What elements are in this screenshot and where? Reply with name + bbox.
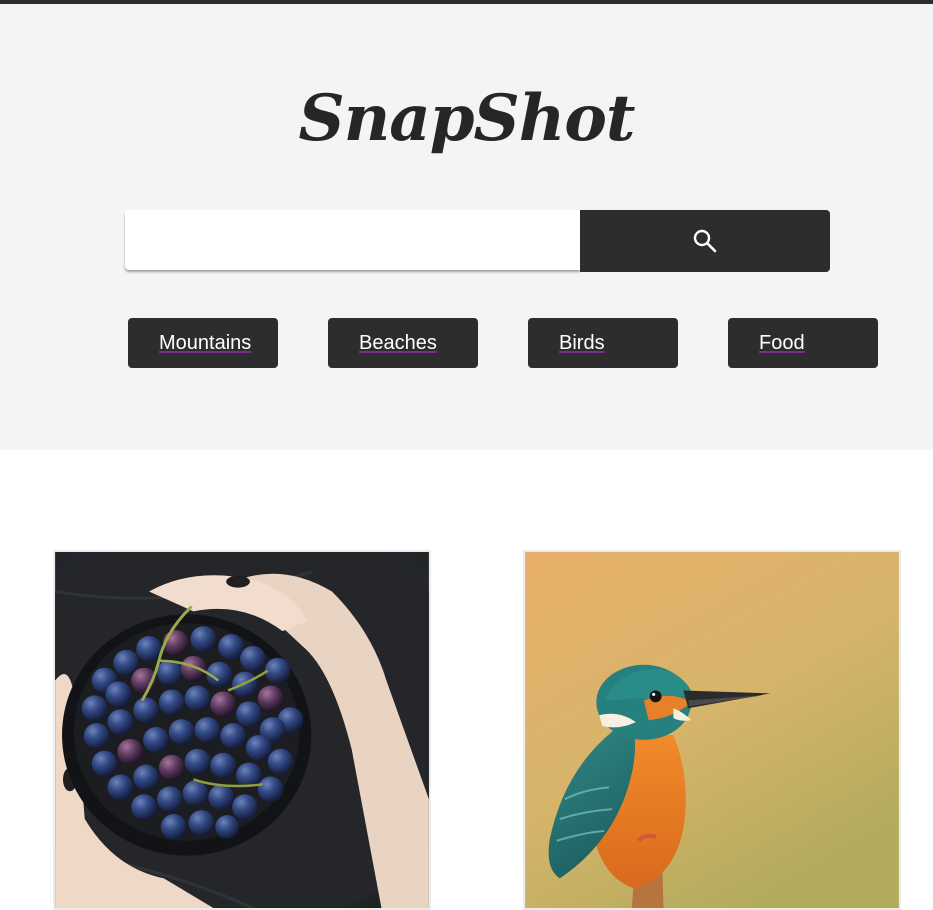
- search-button[interactable]: [580, 210, 830, 272]
- gallery-image-grapes[interactable]: [53, 550, 431, 910]
- category-button-beaches[interactable]: Beaches: [328, 318, 478, 368]
- category-label: Birds: [559, 331, 605, 354]
- category-button-food[interactable]: Food: [728, 318, 878, 368]
- search-input[interactable]: [125, 210, 580, 270]
- category-button-mountains[interactable]: Mountains: [128, 318, 278, 368]
- app-logo: SnapShot: [298, 81, 636, 156]
- category-label: Mountains: [159, 331, 252, 354]
- kingfisher-photo: [525, 552, 899, 908]
- grapes-photo: [55, 552, 429, 908]
- search-icon: [693, 229, 717, 253]
- category-button-birds[interactable]: Birds: [528, 318, 678, 368]
- gallery-image-kingfisher[interactable]: [523, 550, 901, 910]
- category-label: Beaches: [359, 331, 437, 354]
- category-label: Food: [759, 331, 805, 354]
